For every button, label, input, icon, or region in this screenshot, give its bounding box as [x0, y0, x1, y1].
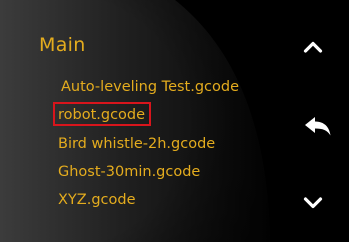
scroll-down-button[interactable]	[296, 188, 330, 218]
scroll-up-button[interactable]	[296, 32, 330, 62]
file-list: Auto-leveling Test.gcode robot.gcode Bir…	[0, 0, 270, 242]
file-item-selected[interactable]: robot.gcode	[58, 106, 145, 124]
touchscreen-display: Main Auto-leveling Test.gcode robot.gcod…	[0, 0, 349, 242]
file-item[interactable]: Ghost-30min.gcode	[58, 163, 200, 181]
file-item[interactable]: Auto-leveling Test.gcode	[61, 78, 239, 96]
back-button[interactable]	[301, 112, 335, 142]
file-item[interactable]: Bird whistle-2h.gcode	[58, 135, 215, 153]
file-item[interactable]: XYZ.gcode	[58, 191, 136, 209]
chevron-down-icon	[303, 197, 323, 209]
back-arrow-icon	[305, 117, 331, 136]
chevron-up-icon	[303, 41, 323, 53]
